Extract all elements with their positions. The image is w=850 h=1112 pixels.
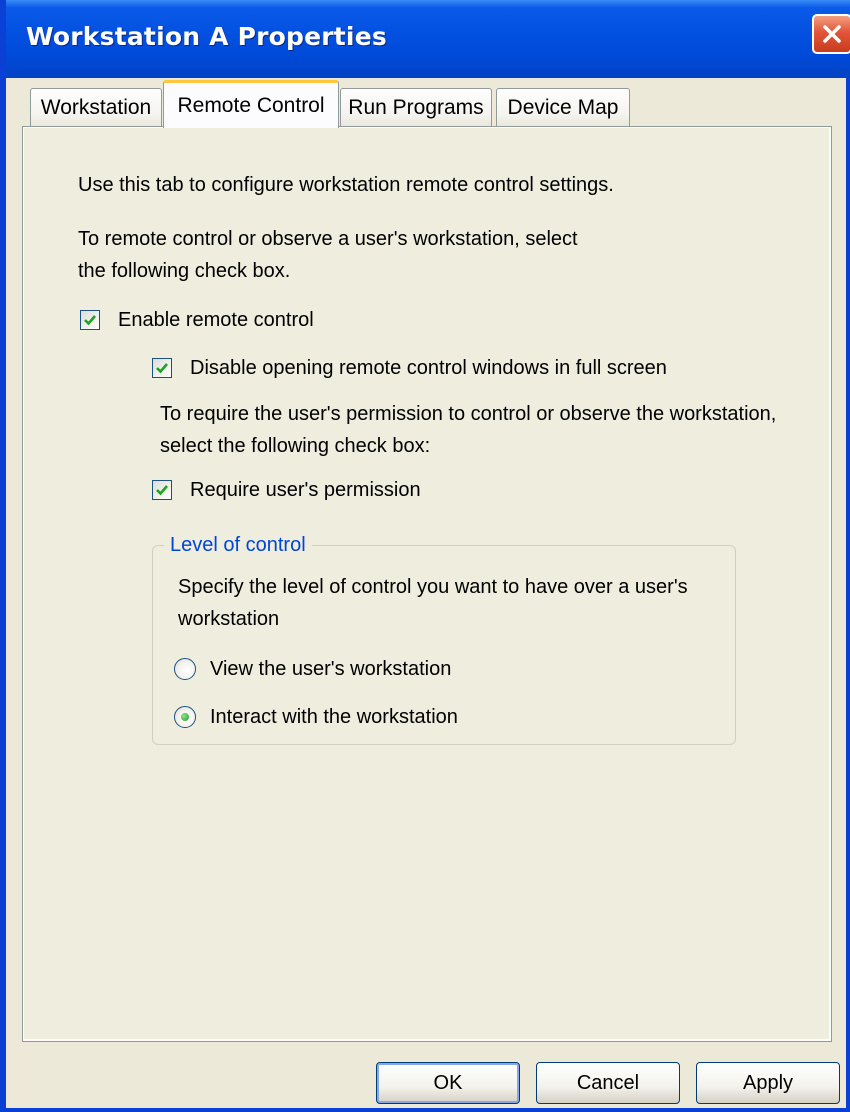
view-workstation-label[interactable]: View the user's workstation	[210, 652, 451, 686]
panel-content: Use this tab to configure workstation re…	[0, 0, 850, 1112]
intro-text: Use this tab to configure workstation re…	[78, 174, 614, 196]
require-permission-label[interactable]: Require user's permission	[190, 473, 421, 507]
disable-full-screen-label[interactable]: Disable opening remote control windows i…	[190, 351, 667, 385]
level-description-line1: Specify the level of control you want to…	[178, 576, 688, 598]
permission-text-line2: select the following check box:	[160, 435, 431, 457]
interact-workstation-radio[interactable]	[174, 706, 196, 728]
interact-workstation-label[interactable]: Interact with the workstation	[210, 700, 458, 734]
view-workstation-radio[interactable]	[174, 658, 196, 680]
enable-remote-control-checkbox[interactable]	[80, 310, 100, 330]
level-of-control-legend: Level of control	[164, 530, 312, 560]
instruction-text-line2: the following check box.	[78, 260, 291, 282]
level-description-line2: workstation	[178, 608, 280, 630]
disable-full-screen-checkbox[interactable]	[152, 358, 172, 378]
require-permission-checkbox[interactable]	[152, 480, 172, 500]
radio-dot-icon	[181, 713, 189, 721]
permission-text-line1: To require the user's permission to cont…	[160, 403, 777, 425]
enable-remote-control-label[interactable]: Enable remote control	[118, 303, 314, 337]
instruction-text-line1: To remote control or observe a user's wo…	[78, 228, 578, 250]
